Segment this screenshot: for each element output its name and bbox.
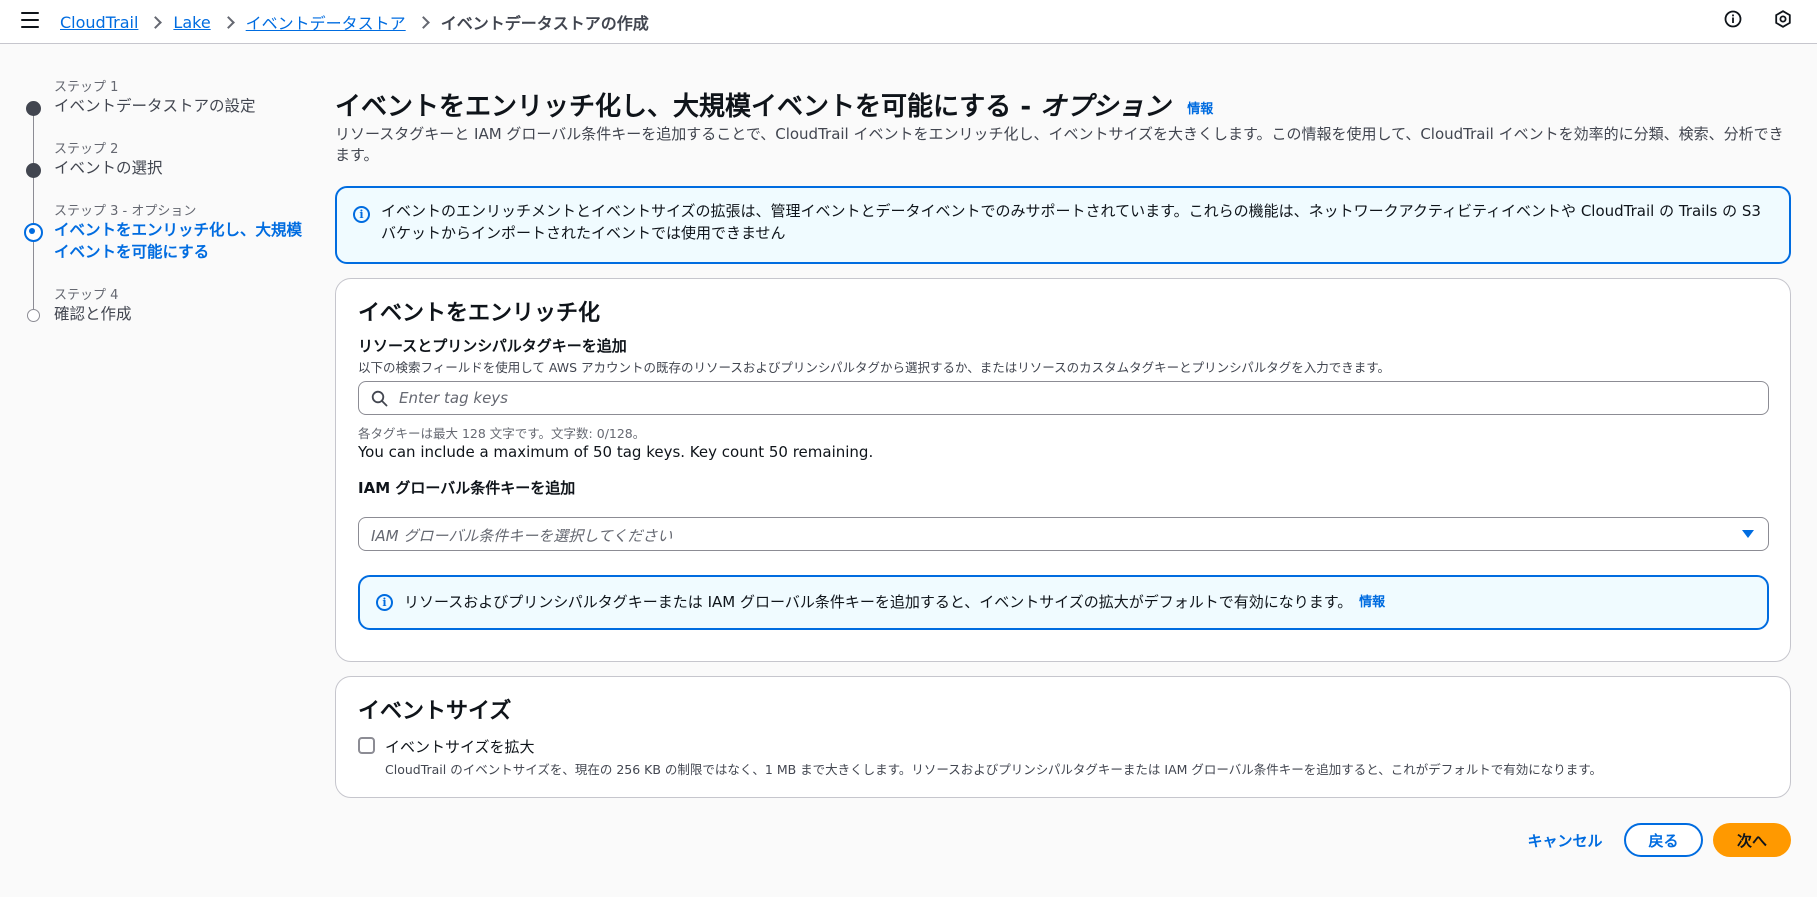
breadcrumb-current: イベントデータストアの作成 xyxy=(440,14,649,33)
breadcrumb: CloudTrail Lake イベントデータストア イベントデータストアの作成 xyxy=(60,0,649,44)
checkbox-description: CloudTrail のイベントサイズを、現在の 256 KB の制限ではなく、… xyxy=(385,762,1603,777)
search-icon xyxy=(371,390,388,407)
steps-connector-line xyxy=(33,108,34,314)
step-title: 確認と作成 xyxy=(54,305,132,323)
event-size-container: イベントサイズ イベントサイズを拡大 CloudTrail のイベントサイズを、… xyxy=(335,676,1791,798)
section-title: イベントサイズ xyxy=(358,699,512,724)
next-button[interactable]: 次へ xyxy=(1713,823,1791,857)
iam-keys-label: IAM グローバル条件キーを追加 xyxy=(358,479,576,497)
step-title[interactable]: イベントデータストアの設定 xyxy=(54,95,256,117)
enrich-info-alert: i リソースおよびプリンシパルタグキーまたは IAM グローバル条件キーを追加す… xyxy=(358,575,1769,630)
section-title: イベントをエンリッチ化 xyxy=(358,301,601,326)
step-number: ステップ 3 - オプション xyxy=(54,204,197,219)
info-alert: i イベントのエンリッチメントとイベントサイズの拡張は、管理イベントとデータイベ… xyxy=(335,186,1791,264)
tag-keys-constraint: 各タグキーは最大 128 文字です。文字数: 0/128。 xyxy=(358,426,646,441)
step-number: ステップ 2 xyxy=(54,142,119,157)
chevron-right-icon xyxy=(149,15,163,29)
step-number: ステップ 1 xyxy=(54,80,119,95)
settings-hexagon-icon[interactable] xyxy=(1774,10,1792,28)
tag-keys-count: You can include a maximum of 50 tag keys… xyxy=(358,443,874,461)
step-current-icon xyxy=(24,223,43,242)
alert-message: イベントのエンリッチメントとイベントサイズの拡張は、管理イベントとデータイベント… xyxy=(381,202,1761,242)
alert-text: リソースおよびプリンシパルタグキーまたは IAM グローバル条件キーを追加すると… xyxy=(404,593,1353,611)
caret-down-icon xyxy=(1742,530,1754,538)
tag-keys-search-input[interactable]: Enter tag keys xyxy=(358,381,1769,415)
breadcrumb-event-data-store[interactable]: イベントデータストア xyxy=(246,10,406,34)
cancel-button[interactable]: キャンセル xyxy=(1505,823,1625,857)
breadcrumb-cloudtrail[interactable]: CloudTrail xyxy=(60,13,138,32)
page-title-text: イベントをエンリッチ化し、大規模イベントを可能にする - xyxy=(335,92,1041,122)
step-pending-icon xyxy=(27,309,40,322)
step-complete-icon xyxy=(26,101,41,116)
page-title: イベントをエンリッチ化し、大規模イベントを可能にする - オプション 情報 xyxy=(335,86,1213,123)
select-placeholder: IAM グローバル条件キーを選択してください xyxy=(371,527,673,545)
step-title-current: イベントをエンリッチ化し、大規模イベントを可能にする xyxy=(54,221,303,261)
info-icon[interactable] xyxy=(1724,10,1742,28)
step-number: ステップ 4 xyxy=(54,288,119,303)
checkbox-label[interactable]: イベントサイズを拡大 xyxy=(385,736,535,757)
info-circle-icon: i xyxy=(376,594,393,611)
tag-keys-description: 以下の検索フィールドを使用して AWS アカウントの既存のリソースおよびプリンシ… xyxy=(358,360,1390,375)
enrich-alert-message: リソースおよびプリンシパルタグキーまたは IAM グローバル条件キーを追加すると… xyxy=(404,591,1385,614)
page-title-optional: オプション xyxy=(1040,92,1171,122)
iam-keys-select[interactable]: IAM グローバル条件キーを選択してください xyxy=(358,517,1769,551)
chevron-right-icon xyxy=(221,15,235,29)
tag-keys-label: リソースとプリンシパルタグキーを追加 xyxy=(358,337,627,355)
info-link[interactable]: 情報 xyxy=(1359,595,1385,610)
breadcrumb-lake[interactable]: Lake xyxy=(173,13,210,32)
page-description: リソースタグキーと IAM グローバル条件キーを追加することで、CloudTra… xyxy=(335,125,1784,164)
enrich-events-container: イベントをエンリッチ化 リソースとプリンシパルタグキーを追加 以下の検索フィール… xyxy=(335,278,1791,662)
top-navigation-bar: CloudTrail Lake イベントデータストア イベントデータストアの作成 xyxy=(0,0,1817,44)
step-complete-icon xyxy=(26,163,41,178)
chevron-right-icon xyxy=(416,15,430,29)
menu-icon[interactable] xyxy=(20,10,40,30)
search-placeholder: Enter tag keys xyxy=(399,389,508,407)
step-title[interactable]: イベントの選択 xyxy=(54,157,163,179)
expand-event-size-checkbox[interactable] xyxy=(358,737,375,754)
back-button[interactable]: 戻る xyxy=(1624,823,1703,857)
info-circle-icon: i xyxy=(353,206,370,223)
info-link[interactable]: 情報 xyxy=(1187,102,1213,117)
